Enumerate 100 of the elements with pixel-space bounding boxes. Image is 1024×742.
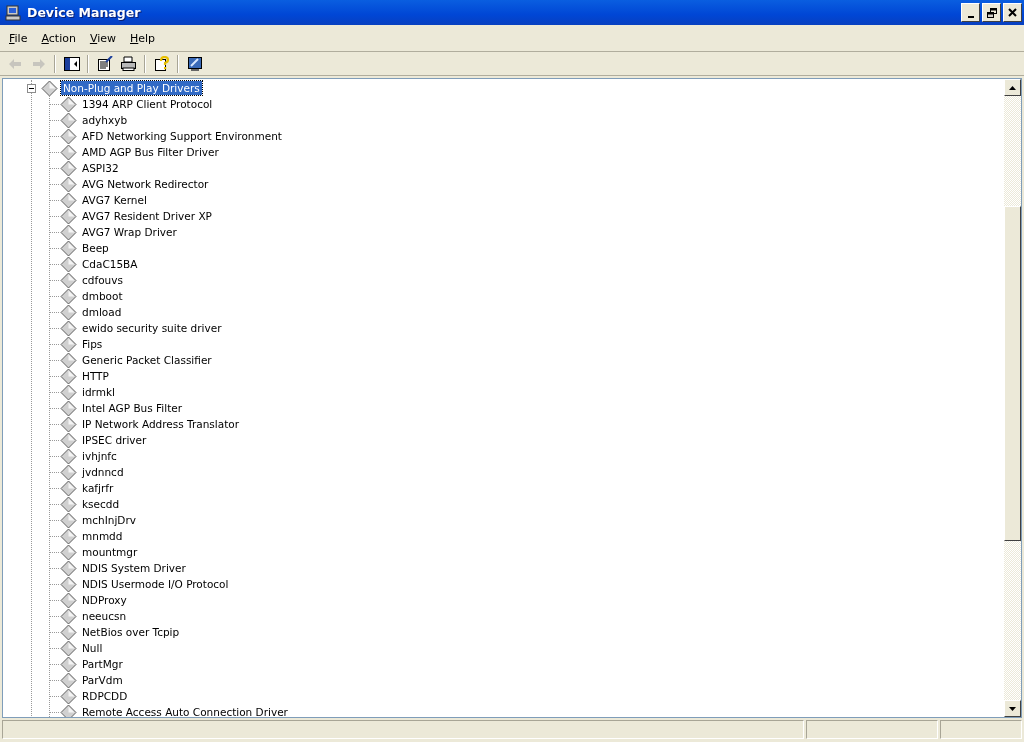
tree-item[interactable]: mchInjDrv: [80, 513, 138, 527]
monitor-icon: [186, 55, 203, 72]
tree-item[interactable]: NetBios over Tcpip: [80, 625, 182, 639]
scroll-up-button[interactable]: [1004, 79, 1021, 96]
tree-item[interactable]: dmboot: [80, 289, 125, 303]
tree-item[interactable]: Fips: [80, 337, 105, 351]
tree-item[interactable]: Null: [80, 641, 105, 655]
diamond-icon: [60, 303, 77, 321]
tree-item[interactable]: AFD Networking Support Environment: [80, 129, 284, 143]
tree-item[interactable]: NDIS System Driver: [80, 561, 188, 575]
diamond-icon: [60, 95, 77, 113]
minimize-icon: [967, 15, 974, 18]
tree-item[interactable]: Beep: [80, 241, 111, 255]
diamond-icon: [60, 623, 77, 641]
diamond-icon: [60, 127, 77, 145]
menu-item[interactable]: View: [83, 31, 122, 45]
minimize-button[interactable]: [961, 3, 980, 22]
diamond-icon: [60, 351, 77, 369]
panel-icon: [63, 56, 80, 71]
down-triangle-icon: [1009, 706, 1016, 711]
diamond-icon: [60, 479, 77, 497]
diamond-icon: [60, 463, 77, 481]
tree-item[interactable]: RDPCDD: [80, 689, 130, 703]
diamond-icon: [60, 527, 77, 545]
diamond-icon: [60, 239, 77, 257]
diamond-icon: [60, 511, 77, 529]
diamond-icon: [60, 223, 77, 241]
tree-item[interactable]: 1394 ARP Client Protocol: [80, 97, 215, 111]
diamond-icon: [60, 495, 77, 513]
menu-item[interactable]: File: [3, 31, 34, 45]
tree-item[interactable]: AMD AGP Bus Filter Driver: [80, 145, 221, 159]
tree-item[interactable]: Intel AGP Bus Filter: [80, 401, 185, 415]
help-icon: [153, 55, 170, 72]
scroll-down-button[interactable]: [1004, 700, 1021, 717]
diamond-icon: [60, 143, 77, 161]
tree-item[interactable]: adyhxyb: [80, 113, 130, 127]
tree-item[interactable]: dmload: [80, 305, 124, 319]
tree-item[interactable]: idrmkl: [80, 385, 117, 399]
forward-arrow-icon: [31, 57, 46, 70]
diamond-icon: [60, 383, 77, 401]
tree-item[interactable]: jvdnncd: [80, 465, 126, 479]
tree-item[interactable]: neeucsn: [80, 609, 129, 623]
diamond-icon: [60, 687, 77, 705]
diamond-icon: [60, 591, 77, 609]
back-arrow-icon: [7, 57, 22, 70]
diamond-icon: [60, 111, 77, 129]
diamond-icon: [60, 639, 77, 657]
tree-item[interactable]: ParVdm: [80, 673, 125, 687]
collapse-toggle[interactable]: [27, 83, 36, 93]
tree-item[interactable]: ASPI32: [80, 161, 121, 175]
tree-item[interactable]: AVG7 Resident Driver XP: [80, 209, 214, 223]
tree-item[interactable]: ewido security suite driver: [80, 321, 224, 335]
diamond-icon: [60, 367, 77, 385]
vertical-scrollbar[interactable]: [1004, 79, 1021, 717]
diamond-icon: [60, 575, 77, 593]
diamond-icon: [60, 655, 77, 673]
tree-item[interactable]: mountmgr: [80, 545, 140, 559]
printer-icon: [120, 56, 137, 71]
minus-icon: [27, 83, 36, 93]
tree-item[interactable]: mnmdd: [80, 529, 125, 543]
up-triangle-icon: [1009, 85, 1016, 90]
tree-item[interactable]: kafjrfr: [80, 481, 116, 495]
tree-item[interactable]: AVG Network Redirector: [80, 177, 211, 191]
tree-item[interactable]: NDProxy: [80, 593, 129, 607]
diamond-icon: [60, 431, 77, 449]
properties-icon: [96, 55, 113, 72]
menu-item[interactable]: Help: [124, 31, 162, 45]
scroll-thumb[interactable]: [1004, 206, 1021, 541]
tree-item[interactable]: ivhjnfc: [80, 449, 119, 463]
computer-icon: [5, 4, 21, 21]
tree-item[interactable]: AVG7 Wrap Driver: [80, 225, 179, 239]
restore-icon: [986, 7, 997, 18]
tree-item[interactable]: ksecdd: [80, 497, 122, 511]
tree-item[interactable]: CdaC15BA: [80, 257, 140, 271]
diamond-icon: [60, 399, 77, 417]
tree-item[interactable]: Non-Plug and Play Drivers: [61, 81, 202, 95]
close-icon: [1008, 8, 1017, 17]
tree-item[interactable]: HTTP: [80, 369, 111, 383]
diamond-icon: [60, 415, 77, 433]
tree-item[interactable]: IPSEC driver: [80, 433, 149, 447]
diamond-icon: [60, 671, 77, 689]
tree-item[interactable]: NDIS Usermode I/O Protocol: [80, 577, 231, 591]
diamond-icon: [60, 175, 77, 193]
diamond-icon: [60, 607, 77, 625]
tree-item[interactable]: Remote Access Auto Connection Driver: [80, 705, 290, 717]
tree-item[interactable]: PartMgr: [80, 657, 125, 671]
tree-item[interactable]: Generic Packet Classifier: [80, 353, 214, 367]
close-button[interactable]: [1003, 3, 1022, 22]
diamond-icon: [60, 255, 77, 273]
menu-item[interactable]: Action: [35, 31, 82, 45]
diamond-icon: [60, 287, 77, 305]
tree-item[interactable]: AVG7 Kernel: [80, 193, 149, 207]
tree-item[interactable]: IP Network Address Translator: [80, 417, 242, 431]
diamond-icon: [60, 159, 77, 177]
window-title: Device Manager: [27, 5, 142, 20]
diamond-icon: [60, 335, 77, 353]
diamond-icon: [60, 447, 77, 465]
restore-button[interactable]: [982, 3, 1001, 22]
tree-item[interactable]: cdfouvs: [80, 273, 125, 287]
diamond-icon: [60, 271, 77, 289]
